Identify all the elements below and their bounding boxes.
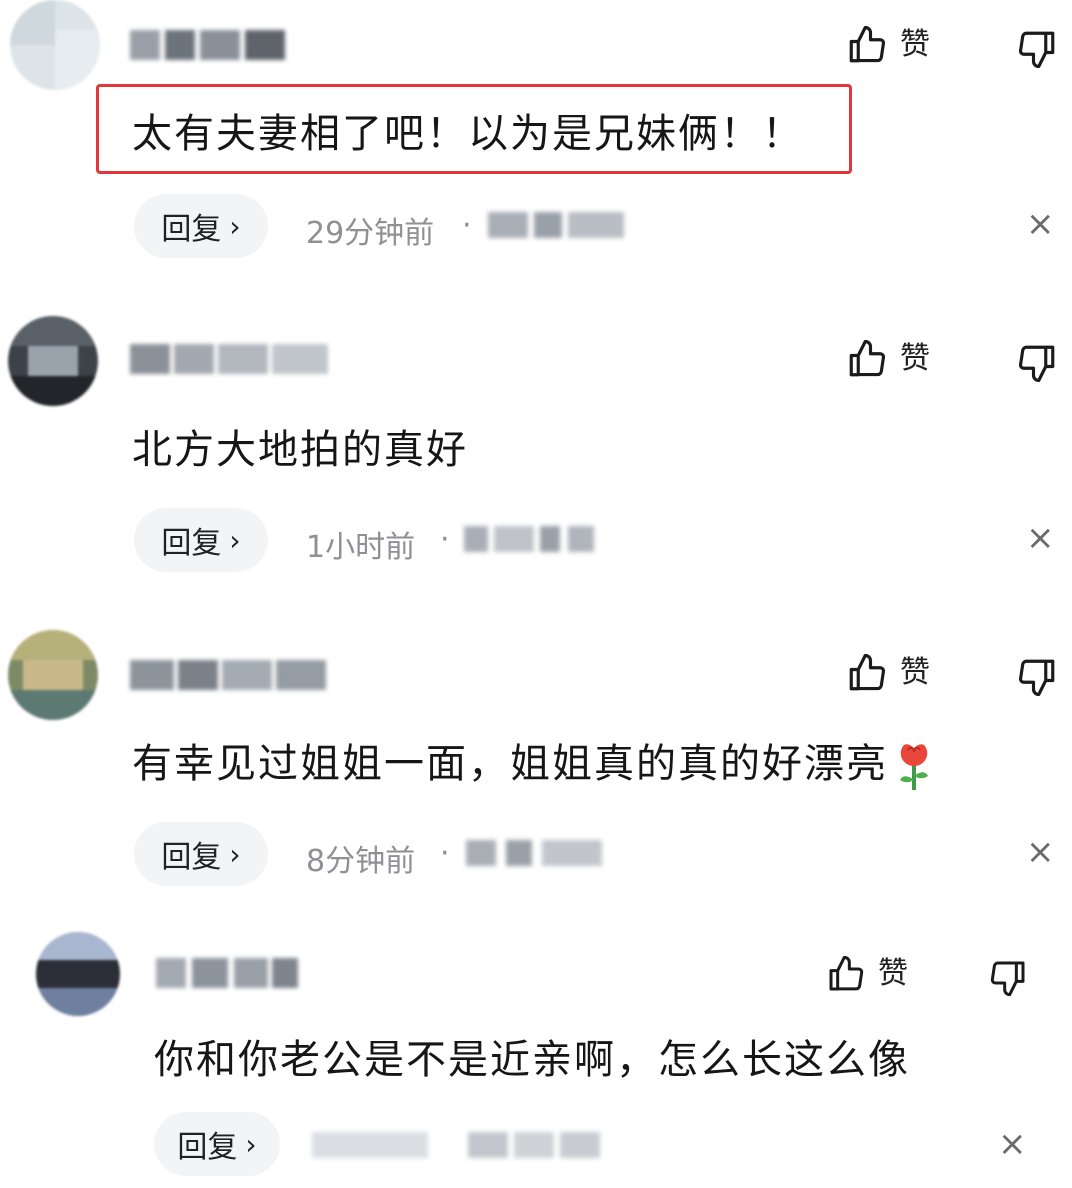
avatar[interactable] bbox=[8, 316, 98, 406]
like-button[interactable]: 赞 bbox=[846, 652, 930, 694]
timestamp: 8分钟前 bbox=[306, 844, 416, 879]
comment-text: 太有夫妻相了吧！以为是兄妹俩！！ bbox=[132, 111, 804, 157]
reply-button[interactable]: 回复 › bbox=[134, 822, 268, 886]
comment-item: 赞 有幸见过姐姐一面，姐姐真的真的好漂亮 回复 › 8分钟前 · × bbox=[0, 614, 1072, 914]
close-icon[interactable]: × bbox=[1026, 207, 1055, 241]
like-label: 赞 bbox=[878, 956, 908, 991]
close-icon[interactable]: × bbox=[1026, 835, 1055, 869]
comment-text: 有幸见过姐姐一面，姐姐真的真的好漂亮 bbox=[132, 740, 934, 792]
reply-label: 回复 bbox=[161, 212, 222, 247]
separator-dot: · bbox=[462, 208, 472, 243]
thumbs-up-icon bbox=[849, 653, 886, 691]
comment-text: 你和你老公是不是近亲啊，怎么长这么像 bbox=[154, 1037, 910, 1083]
avatar[interactable] bbox=[10, 0, 100, 90]
like-label: 赞 bbox=[900, 27, 930, 62]
timestamp: 29分钟前 bbox=[306, 216, 435, 251]
like-button[interactable]: 赞 bbox=[826, 954, 908, 994]
separator-dot: · bbox=[440, 836, 450, 871]
close-icon[interactable]: × bbox=[998, 1127, 1027, 1161]
dislike-button[interactable] bbox=[1016, 656, 1058, 702]
reply-label: 回复 bbox=[177, 1130, 238, 1165]
dislike-button[interactable] bbox=[1016, 28, 1058, 74]
like-button[interactable]: 赞 bbox=[846, 338, 930, 380]
location-info bbox=[466, 838, 606, 868]
timestamp-blurred bbox=[312, 1130, 602, 1160]
comment-text: 北方大地拍的真好 bbox=[132, 427, 468, 473]
thumbs-down-icon bbox=[990, 961, 1025, 997]
reply-button[interactable]: 回复 › bbox=[154, 1112, 280, 1176]
thumbs-down-icon bbox=[1018, 345, 1055, 383]
like-button[interactable]: 赞 bbox=[846, 24, 930, 66]
thumbs-up-icon bbox=[849, 25, 886, 63]
dislike-button[interactable] bbox=[988, 958, 1028, 1002]
avatar[interactable] bbox=[36, 932, 120, 1016]
reply-button[interactable]: 回复 › bbox=[134, 508, 268, 572]
comment-item: 赞 北方大地拍的真好 回复 › 1小时前 · × bbox=[0, 300, 1072, 600]
reply-button[interactable]: 回复 › bbox=[134, 194, 268, 258]
separator-dot: · bbox=[440, 522, 450, 557]
thumbs-up-icon bbox=[849, 339, 886, 377]
username[interactable] bbox=[156, 958, 300, 988]
chevron-right-icon: › bbox=[229, 837, 241, 871]
thumbs-down-icon bbox=[1018, 659, 1055, 697]
reply-label: 回复 bbox=[161, 840, 222, 875]
thumbs-down-icon bbox=[1018, 31, 1055, 69]
location-info bbox=[464, 524, 596, 554]
avatar[interactable] bbox=[8, 630, 98, 720]
location-info bbox=[488, 210, 628, 240]
comment-item: 赞 太有夫妻相了吧！以为是兄妹俩！！ 回复 › 29分钟前 · × bbox=[0, 0, 1072, 290]
reply-label: 回复 bbox=[161, 526, 222, 561]
rose-emoji-icon bbox=[900, 744, 928, 790]
dislike-button[interactable] bbox=[1016, 342, 1058, 388]
chevron-right-icon: › bbox=[245, 1127, 257, 1161]
username[interactable] bbox=[130, 344, 330, 374]
comment-text-content: 有幸见过姐姐一面，姐姐真的真的好漂亮 bbox=[132, 741, 888, 787]
timestamp: 1小时前 bbox=[306, 530, 416, 565]
username[interactable] bbox=[130, 30, 290, 60]
chevron-right-icon: › bbox=[229, 523, 241, 557]
comment-item: 赞 你和你老公是不是近亲啊，怎么长这么像 回复 › × bbox=[0, 922, 1072, 1188]
username[interactable] bbox=[130, 660, 330, 690]
like-label: 赞 bbox=[900, 341, 930, 376]
close-icon[interactable]: × bbox=[1026, 521, 1055, 555]
chevron-right-icon: › bbox=[229, 209, 241, 243]
like-label: 赞 bbox=[900, 655, 930, 690]
thumbs-up-icon bbox=[829, 955, 864, 991]
